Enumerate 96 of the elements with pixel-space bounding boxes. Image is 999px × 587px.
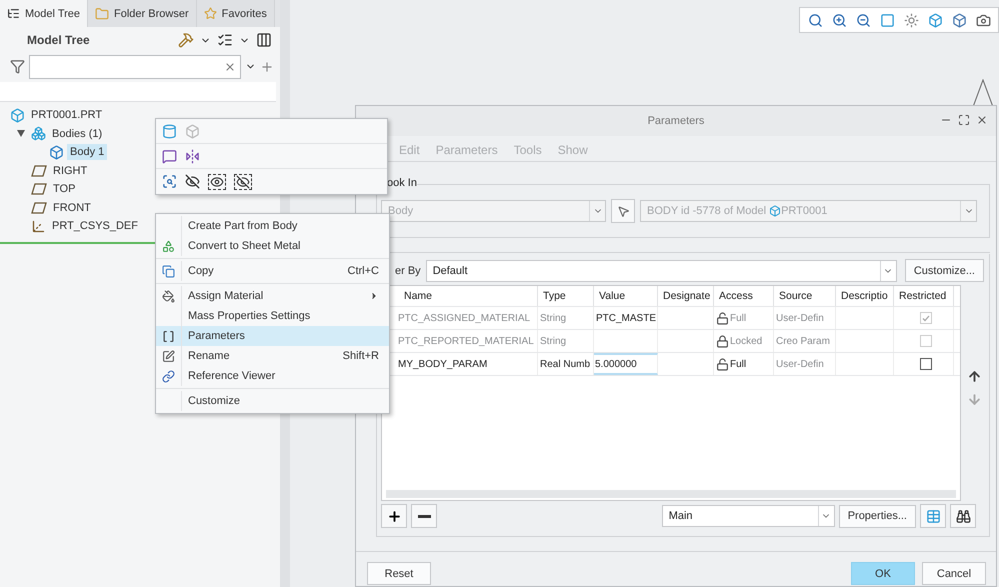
columns-icon[interactable] (256, 32, 272, 48)
dialog-title: Parameters (648, 115, 704, 127)
access-text: Locked (730, 336, 762, 346)
copy-icon (162, 264, 175, 278)
table-cell: String (538, 330, 594, 352)
group-label: ook In (387, 177, 417, 189)
menu-item[interactable]: Convert to Sheet Metal (156, 236, 389, 256)
menu-item[interactable]: Customize (156, 391, 389, 411)
model-edge-drawing (971, 79, 995, 107)
tree-item[interactable]: Bodies (1) (49, 126, 106, 142)
camera-icon[interactable] (976, 12, 991, 28)
search-field[interactable] (29, 54, 241, 78)
menu-item[interactable]: Parameters (156, 326, 389, 346)
zoom-in-icon[interactable] (832, 12, 847, 28)
properties-button[interactable]: Properties... (838, 504, 916, 528)
check-icon (922, 314, 930, 322)
plane-icon (31, 183, 47, 196)
filter-label: er By (395, 264, 421, 276)
view-dropdown[interactable]: Main (662, 505, 835, 527)
brackets-icon (162, 330, 175, 342)
minus-icon (418, 514, 430, 518)
hammer-icon[interactable] (178, 32, 194, 48)
column-header[interactable]: Access (714, 286, 774, 306)
hide-others-icon[interactable] (234, 174, 252, 190)
cube-icon[interactable] (928, 12, 943, 28)
part-icon (10, 108, 25, 123)
tree-item[interactable]: RIGHT (50, 162, 90, 179)
folder-icon (95, 6, 110, 20)
horizontal-scrollbar[interactable] (386, 490, 956, 498)
filter-icon[interactable] (10, 59, 25, 74)
link-icon (162, 370, 175, 382)
star-icon (204, 7, 217, 20)
tree-item[interactable]: Body 1 (67, 144, 108, 160)
paint-bucket-icon (162, 290, 175, 302)
access-text: Full (730, 312, 746, 324)
tree-item[interactable]: FRONT (50, 200, 94, 216)
plane-icon (31, 202, 47, 214)
dialog-button[interactable]: Cancel (922, 562, 986, 585)
tree-item[interactable]: PRT0001.PRT (28, 107, 106, 124)
add-button[interactable] (381, 504, 407, 528)
table-cell: String (538, 307, 594, 329)
pointer-icon (616, 204, 630, 218)
message-icon[interactable] (162, 148, 177, 164)
close-icon[interactable] (976, 114, 988, 126)
column-header[interactable]: Descriptio (836, 286, 894, 306)
column-header[interactable]: Type (538, 286, 594, 306)
panel-tab[interactable]: Model Tree (0, 0, 88, 27)
customize-button[interactable]: Customize... (904, 259, 984, 282)
table-cell: User-Defin (774, 353, 836, 375)
remove-button[interactable] (411, 504, 437, 528)
tree-item[interactable]: PRT_CSYS_DEF (49, 218, 141, 234)
coordinate-system-icon (31, 218, 46, 234)
table-cell: Real Numb (538, 353, 594, 375)
find-button[interactable] (950, 504, 976, 528)
bodies-icon (31, 126, 46, 142)
tree-icon (7, 7, 20, 20)
select-button[interactable] (611, 199, 635, 223)
filter-dropdown[interactable]: Default (426, 260, 897, 282)
rename-icon (162, 350, 175, 362)
plus-icon (386, 508, 402, 524)
cylinder-icon[interactable] (162, 124, 177, 138)
body-icon (49, 144, 64, 160)
dialog-button[interactable]: Reset (367, 562, 431, 585)
show-only-icon[interactable] (208, 174, 226, 190)
table-cell: PTC_MASTE (594, 307, 658, 329)
column-header[interactable]: Designate (658, 286, 714, 306)
panel-title: Model Tree (27, 33, 91, 47)
mirror-icon[interactable] (185, 148, 200, 164)
column-header[interactable]: Restricted (894, 286, 954, 306)
expanded-arrow-icon[interactable] (17, 130, 25, 138)
hide-icon[interactable] (185, 174, 200, 189)
table-cell: Creo Param (774, 330, 836, 352)
binoculars-icon (956, 508, 970, 524)
part-icon (769, 205, 782, 218)
value-input[interactable]: 5.000000 (594, 353, 658, 375)
tree-item[interactable]: TOP (50, 181, 78, 198)
zoom-to-icon[interactable] (162, 174, 177, 189)
restricted-checkbox[interactable] (920, 358, 932, 370)
clear-icon[interactable] (224, 60, 236, 72)
table-cell: User-Defin (774, 307, 836, 329)
zoom-out-icon[interactable] (856, 12, 871, 28)
access-text: Full (730, 358, 746, 370)
square-icon[interactable] (880, 12, 895, 28)
dialog-button[interactable]: OK (851, 562, 915, 585)
menu-item[interactable]: Copy Ctrl+C (156, 261, 389, 281)
plane-icon (31, 164, 47, 177)
column-header[interactable]: Value (594, 286, 658, 306)
view-cube-icon[interactable] (952, 12, 967, 28)
list-icon[interactable] (217, 32, 233, 48)
column-header[interactable]: Source (774, 286, 836, 306)
shapes-icon (162, 240, 175, 252)
table-icon (926, 508, 940, 524)
move-up-icon[interactable] (967, 369, 982, 384)
zoom-fit-icon[interactable] (808, 12, 823, 28)
maximize-icon[interactable] (958, 114, 970, 126)
panel-tab[interactable]: Favorites (196, 0, 275, 27)
